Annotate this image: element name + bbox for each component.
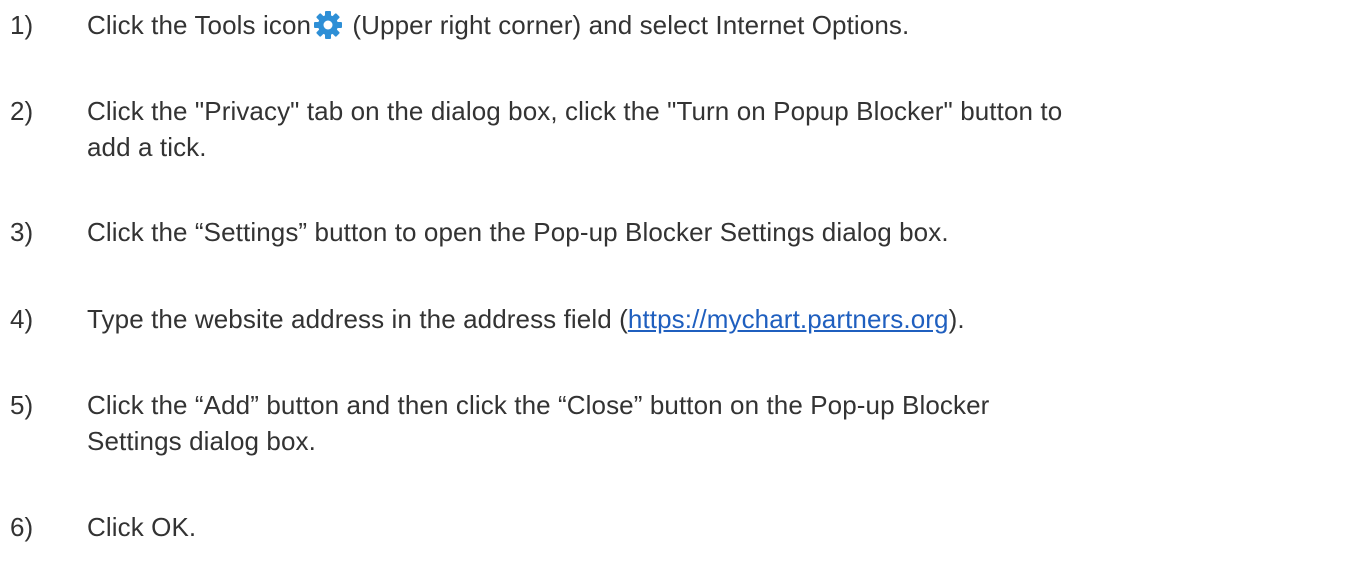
step-text-after-icon: (Upper right corner) and select Internet… <box>345 10 910 40</box>
mychart-link[interactable]: https://mychart.partners.org <box>628 304 949 334</box>
step-text: Click OK. <box>87 512 197 542</box>
instructions-page: 1) Click the Tools icon (Upper right cor… <box>0 0 1366 582</box>
step-number: 4) <box>10 304 34 334</box>
step-number: 2) <box>10 96 34 126</box>
gear-icon <box>313 10 343 40</box>
step-text-line-2: Settings dialog box. <box>87 426 316 456</box>
step-text-after-link: ). <box>948 304 965 334</box>
step-text: Type the website address in the address … <box>87 302 965 337</box>
step-text-line-1: Click the "Privacy" tab on the dialog bo… <box>87 96 1063 126</box>
step-number: 5) <box>10 390 34 420</box>
step-text-line-2: add a tick. <box>87 132 207 162</box>
step-number: 3) <box>10 217 34 247</box>
step-text-line-1: Click the “Add” button and then click th… <box>87 390 990 420</box>
step-text: Click the Tools icon (Upper right corner… <box>87 8 909 43</box>
step-text: Click the “Settings” button to open the … <box>87 217 949 247</box>
step-number: 6) <box>10 512 34 542</box>
step-text-before-icon: Click the Tools icon <box>87 10 312 40</box>
step-number: 1) <box>10 10 34 40</box>
step-text-before-link: Type the website address in the address … <box>87 304 628 334</box>
